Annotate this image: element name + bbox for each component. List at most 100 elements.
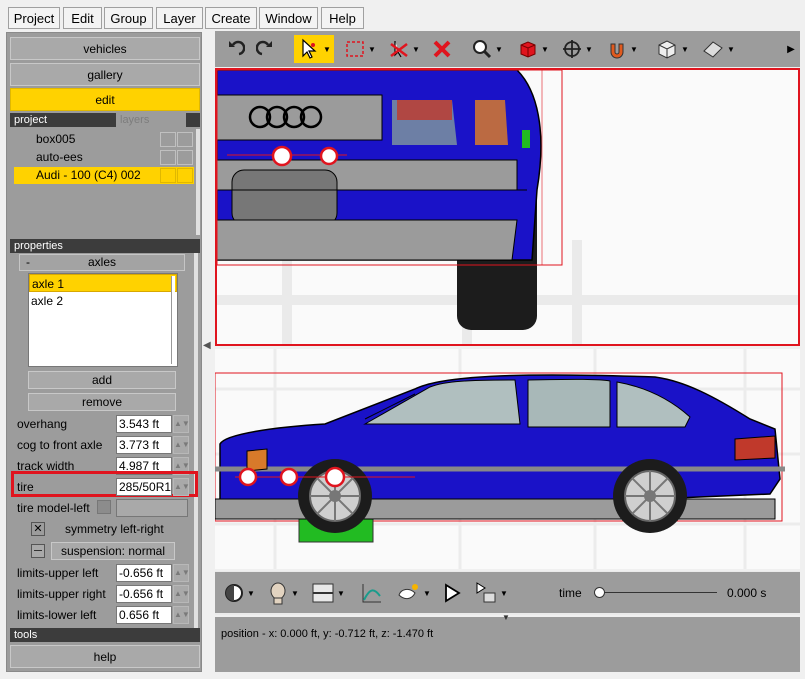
top-viewport[interactable] bbox=[215, 68, 800, 346]
overhang-input[interactable]: 3.543 ft bbox=[116, 415, 172, 433]
view-cube-button[interactable]: ▼ bbox=[652, 35, 692, 63]
cog-front-axle-label: cog to front axle bbox=[17, 438, 103, 452]
add-axle-button[interactable]: add bbox=[28, 371, 176, 389]
tire-model-input[interactable] bbox=[116, 499, 188, 517]
play-icon bbox=[445, 583, 461, 603]
animation-button[interactable]: ▼ bbox=[392, 579, 434, 607]
bottom-viewport[interactable] bbox=[215, 349, 800, 569]
box-tool-button[interactable]: ▼ bbox=[515, 35, 551, 63]
character-view-button[interactable]: ▼ bbox=[265, 579, 301, 607]
project-tab[interactable]: project bbox=[14, 114, 47, 126]
head-profile-icon bbox=[270, 582, 286, 605]
select-tool-button[interactable]: ▼ bbox=[294, 35, 334, 63]
layers-tab[interactable]: layers bbox=[116, 113, 186, 127]
lock-toggle[interactable] bbox=[177, 168, 193, 183]
project-section-header[interactable]: project layers bbox=[10, 113, 200, 127]
limits-upper-right-spinner[interactable]: ▲▼ bbox=[173, 585, 190, 603]
limits-upper-left-input[interactable]: -0.656 ft bbox=[116, 564, 172, 582]
project-item-label: Audi - 100 (C4) 002 bbox=[36, 168, 141, 182]
limits-lower-left-spinner[interactable]: ▲▼ bbox=[173, 606, 190, 624]
spring-handle-icon bbox=[279, 467, 299, 487]
unselect-arrow-icon bbox=[390, 41, 408, 58]
limits-upper-left-spinner[interactable]: ▲▼ bbox=[173, 564, 190, 582]
layout-split-button[interactable]: ▼ bbox=[308, 579, 348, 607]
status-panel: ▼ position - x: 0.000 ft, y: -0.712 ft, … bbox=[215, 613, 800, 672]
undo-button[interactable] bbox=[220, 35, 248, 63]
select-arrow-icon bbox=[302, 38, 317, 59]
project-item[interactable]: box005 bbox=[14, 131, 194, 148]
delete-button[interactable] bbox=[428, 35, 456, 63]
panel-collapse-arrow[interactable]: ◀ bbox=[203, 340, 213, 360]
axles-header[interactable]: - axles bbox=[19, 254, 185, 271]
symmetry-label: symmetry left-right bbox=[65, 522, 164, 536]
overhang-label: overhang bbox=[17, 417, 68, 431]
lock-toggle[interactable] bbox=[177, 132, 193, 147]
visibility-toggle[interactable] bbox=[160, 132, 176, 147]
menu-group[interactable]: Group bbox=[104, 7, 153, 29]
symmetry-checkbox[interactable]: ✕ bbox=[31, 522, 45, 536]
tire-model-swatch[interactable] bbox=[97, 500, 111, 514]
menu-help[interactable]: Help bbox=[321, 7, 364, 29]
gallery-button[interactable]: gallery bbox=[10, 63, 200, 86]
limits-upper-right-input[interactable]: -0.656 ft bbox=[116, 585, 172, 603]
axles-title: axles bbox=[87, 255, 116, 269]
playback-options-button[interactable]: ▼ bbox=[471, 579, 511, 607]
animation-bird-icon bbox=[398, 584, 419, 600]
shading-sphere-icon bbox=[225, 584, 244, 602]
curve-graph-icon bbox=[362, 584, 381, 603]
properties-scrollbar[interactable] bbox=[194, 253, 198, 635]
status-collapse-icon[interactable]: ▼ bbox=[499, 613, 513, 622]
project-item-label: box005 bbox=[36, 132, 76, 146]
shading-mode-button[interactable]: ▼ bbox=[221, 579, 257, 607]
rectangle-select-button[interactable]: ▼ bbox=[342, 35, 378, 63]
suspension-button[interactable]: suspension: normal bbox=[51, 542, 175, 560]
menu-project[interactable]: Project bbox=[8, 7, 60, 29]
lock-toggle[interactable] bbox=[177, 150, 193, 165]
project-item-selected[interactable]: Audi - 100 (C4) 002 bbox=[14, 167, 194, 184]
visibility-toggle[interactable] bbox=[160, 150, 176, 165]
unselect-button[interactable]: ▼ bbox=[386, 35, 422, 63]
overhang-spinner[interactable]: ▲▼ bbox=[173, 415, 190, 433]
play-button[interactable] bbox=[439, 579, 465, 607]
menu-layer[interactable]: Layer bbox=[156, 7, 203, 29]
top-view-car-render bbox=[217, 70, 798, 344]
tools-section-header[interactable]: tools bbox=[10, 628, 200, 642]
limits-lower-left-label: limits-lower left bbox=[17, 608, 97, 622]
tools-title: tools bbox=[14, 629, 38, 641]
zoom-button[interactable]: ▼ bbox=[469, 35, 505, 63]
cog-front-axle-input[interactable]: 3.773 ft bbox=[116, 436, 172, 454]
menu-window[interactable]: Window bbox=[259, 7, 318, 29]
curve-graph-button[interactable] bbox=[356, 579, 388, 607]
tire-input[interactable]: 285/50R18 bbox=[116, 478, 172, 496]
axle-list: axle 1 axle 2 bbox=[28, 273, 178, 367]
delete-x-icon bbox=[433, 40, 451, 58]
time-slider-track[interactable] bbox=[599, 592, 717, 593]
suspension-icon[interactable] bbox=[31, 544, 45, 558]
menu-edit[interactable]: Edit bbox=[63, 7, 102, 29]
edit-button[interactable]: edit bbox=[10, 88, 200, 111]
ground-plane-button[interactable]: ▼ bbox=[698, 35, 738, 63]
toolbar-overflow-icon[interactable]: ▶ bbox=[784, 35, 798, 63]
cog-front-axle-spinner[interactable]: ▲▼ bbox=[173, 436, 190, 454]
limits-lower-left-input[interactable]: 0.656 ft bbox=[116, 606, 172, 624]
project-item[interactable]: auto-ees bbox=[14, 149, 194, 166]
redo-button[interactable] bbox=[253, 35, 281, 63]
axle-item[interactable]: axle 1 bbox=[29, 274, 177, 292]
tire-spinner[interactable]: ▲▼ bbox=[173, 478, 190, 496]
vehicles-button[interactable]: vehicles bbox=[10, 37, 200, 60]
move-tool-button[interactable]: ▼ bbox=[559, 35, 595, 63]
axle-list-scrollbar[interactable] bbox=[171, 276, 175, 364]
undo-icon bbox=[229, 40, 245, 56]
left-panel: vehicles gallery edit project layers box… bbox=[6, 32, 202, 672]
project-scrollbar[interactable] bbox=[196, 129, 200, 235]
time-slider-handle[interactable] bbox=[594, 587, 605, 598]
remove-axle-button[interactable]: remove bbox=[28, 393, 176, 411]
properties-section-header[interactable]: properties bbox=[10, 239, 200, 253]
help-button[interactable]: help bbox=[10, 645, 200, 668]
collapse-toggle[interactable]: - bbox=[26, 255, 30, 270]
axle-item[interactable]: axle 2 bbox=[29, 292, 177, 310]
visibility-toggle[interactable] bbox=[160, 168, 176, 183]
menu-create[interactable]: Create bbox=[205, 7, 257, 29]
damper-handle-icon bbox=[319, 146, 339, 166]
magnet-snap-button[interactable]: ▼ bbox=[604, 35, 640, 63]
